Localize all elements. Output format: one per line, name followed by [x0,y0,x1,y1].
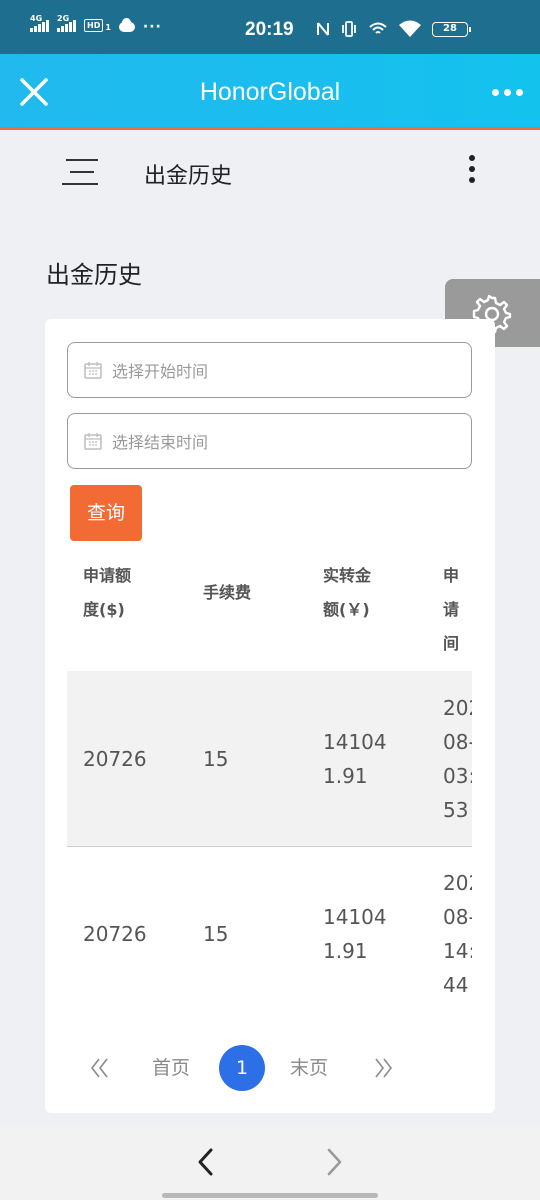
current-page-button[interactable]: 1 [219,1045,265,1091]
last-page-button[interactable]: 末页 [290,1053,328,1080]
table-row: 20726 15 141041.91 20208-03:53 [67,671,472,847]
forward-icon[interactable] [320,1147,348,1177]
more-notifications-icon: ··· [142,19,162,35]
end-date-input[interactable]: 选择结束时间 [67,413,472,469]
hd-sub-label: 1 [105,23,111,32]
nfc-icon [317,22,329,36]
table-row: 20726 15 141041.91 20208-14:044 [67,847,472,1003]
app-title: HonorGlobal [199,78,341,106]
start-date-input[interactable]: 选择开始时间 [67,342,472,398]
withdraw-history-card: 选择开始时间 选择结束时间 查询 申请额 度($) 手续费 实转金 额(￥) 申请间… [45,319,495,1113]
cell-amount: 20726 [83,922,147,946]
status-bar: 4G 2G HD 1 ··· 20:19 28 [0,0,540,54]
battery-level: 28 [443,23,457,34]
network-1-label: 4G [30,14,43,23]
hd-voice-icon: HD [84,19,104,32]
end-date-placeholder: 选择结束时间 [112,433,209,452]
query-button[interactable]: 查询 [70,485,142,541]
menu-icon[interactable] [62,157,98,187]
withdraw-table: 申请额 度($) 手续费 实转金 额(￥) 申请间 20726 15 14104 1.… [67,551,472,1003]
network-2-label: 2G [57,14,70,23]
status-right [316,20,422,38]
column-header-actual: 实转金 额(￥) [323,566,372,619]
column-header-time: 申请间 [443,566,460,653]
calendar-icon [84,433,102,450]
battery-icon: 28 [432,22,471,37]
pagination: 首页 1 末页 [45,1045,495,1091]
vibrate-icon [342,21,356,37]
column-header-fee: 手续费 [203,583,252,602]
wifi-icon [399,20,421,37]
page-header: 出金历史 [0,133,540,213]
back-icon[interactable] [192,1147,220,1177]
header-title: 出金历史 [144,164,233,189]
cloud-icon [118,18,135,32]
calendar-icon [84,362,102,379]
signal-1-icon: 4G [30,14,49,32]
cell-amount: 20726 [83,747,147,771]
home-indicator[interactable] [162,1193,378,1198]
kebab-menu-icon[interactable] [466,155,478,189]
wifi-small-icon [369,22,387,34]
app-bar: HonorGlobal [0,54,540,130]
signal-2-icon: 2G [57,14,76,32]
column-header-amount: 申请额 度($) [83,566,132,619]
cell-time: 20208-14:044 [443,871,472,997]
cell-actual: 14104 1.91 [323,905,387,963]
prev-page-icon[interactable] [90,1057,110,1079]
section-title: 出金历史 [46,261,142,289]
cell-actual: 14104 1.91 [323,730,387,788]
first-page-button[interactable]: 首页 [152,1053,190,1080]
status-left: 4G 2G HD 1 ··· [30,14,162,35]
start-date-placeholder: 选择开始时间 [112,362,209,381]
more-options-icon[interactable] [492,80,526,104]
status-time: 20:19 [245,19,294,40]
browser-nav-bar [0,1127,540,1200]
cell-time: 20208-03:53 [443,696,472,822]
cell-fee: 15 [203,922,229,946]
next-page-icon[interactable] [373,1057,393,1079]
cell-fee: 15 [203,747,229,771]
